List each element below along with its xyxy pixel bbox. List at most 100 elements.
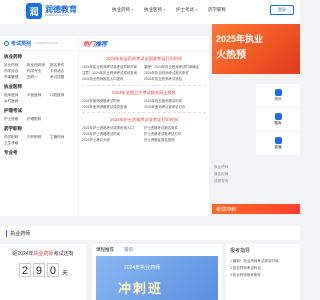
course-title: 课程推荐 <box>96 247 114 252</box>
promo-banner[interactable]: 2025年执业 火热预 <box>212 24 300 74</box>
guide-item[interactable]: 2.执业药师考试科目 <box>230 265 296 272</box>
category-link[interactable]: 西药一 <box>27 74 50 80</box>
guide-item[interactable]: 1.最新！执业药师考试报名时间 <box>230 258 296 265</box>
category-link[interactable]: 中医医师 <box>27 92 50 98</box>
side-text[interactable]: 成绩查询 <box>214 178 254 185</box>
category-link[interactable]: 中药职称 <box>27 134 50 140</box>
nav-label: 执业医师 <box>143 7 162 12</box>
hot-recommend-panel: 热门推荐 2024年执业药师考试全国准考证打印时间 2024年执业药师考试准考证… <box>79 36 209 216</box>
nav-item-yaoxue[interactable]: 药学职称 <box>208 7 226 13</box>
section-marker <box>6 229 8 237</box>
course-banner-line-2: 冲刺班 <box>118 281 164 296</box>
chevron-down-icon: ▼ <box>162 8 166 12</box>
hot-header: 热门推荐 <box>79 36 209 52</box>
countdown-number: 2 9 0 天 <box>4 263 82 277</box>
course-header: 课程推荐 资讯 <box>92 244 222 256</box>
hot-title-blue: 推荐 <box>95 42 108 48</box>
category-group-title[interactable]: 护理考试 <box>4 108 74 114</box>
promo-strip[interactable]: 考前冲刺 <box>212 204 300 214</box>
category-link[interactable]: 乡村医师 <box>4 98 27 104</box>
nav-item-yishi[interactable]: 执业医师▼ <box>144 7 166 13</box>
category-group: 专业考 <box>4 150 74 156</box>
list-link[interactable]: 2024执业药师报名入口官网 <box>82 76 144 82</box>
category-group-title[interactable]: 专业考 <box>4 150 74 156</box>
side-text[interactable]: 执业药师 <box>214 164 254 171</box>
category-group: 执业药师 执业药师 执业西药师 报名条件 药学综合 药学专业 中药综合 药事管理… <box>4 54 74 80</box>
search-icon <box>4 41 9 46</box>
category-group-title[interactable]: 执业医师 <box>4 84 74 90</box>
category-group: 执业医师 临床医师 中医医师 口腔医师 乡村医师 <box>4 84 74 104</box>
category-link[interactable]: 卫生资格 <box>4 140 27 146</box>
countdown-prefix: 距2024年 <box>12 251 34 257</box>
notice-link[interactable]: 2024年护士资格考试准考证打印时间 <box>79 117 209 123</box>
banner-line-2: 火热预 <box>216 50 246 61</box>
hot-title-red: 热门 <box>83 42 96 48</box>
exam-countdown: 距2024年执业药师考试还有 2 9 0 天 <box>0 244 86 300</box>
nav-item-hushi[interactable]: 护士考试▼ <box>176 7 198 13</box>
guide-panel: 报考指导 1.最新！执业药师考试报名时间 2.执业药师考试科目 3.执业药师报考… <box>226 244 300 300</box>
nav-label: 护士考试 <box>175 7 194 12</box>
category-group: 护理考试 护士资格 护理职称 <box>4 108 74 122</box>
category-link[interactable]: 护理职称 <box>27 116 50 122</box>
countdown-suffix: 考试还有 <box>53 251 74 257</box>
notice-link[interactable]: 2024年全国卫生考试报名网上报名 <box>79 90 209 96</box>
list-item: 2024执业药师报名入口官网 2024年执业药师考试科目 <box>82 76 206 82</box>
course-banner[interactable]: 2024年执业药师 冲刺班 <box>96 256 218 300</box>
list-item: 2024年医师资格考试成绩查询 2024年医师考试准考证打印 <box>82 104 206 110</box>
list-link[interactable]: 2024年执业药师考试科目 <box>144 76 206 82</box>
news-list: 2024年执业药师考试准考证打印时间 重磅！2024年执业药师考试时间确定 注意！… <box>79 64 209 83</box>
category-link[interactable]: 主管药师 <box>50 134 73 140</box>
side-item-news[interactable]: 资讯 <box>256 84 300 108</box>
side-text-list: 执业药师 报名时间 成绩查询 <box>214 164 254 185</box>
side-item-label: 题库 <box>274 121 282 125</box>
side-icon-bar: 资讯 题库 直播 <box>256 84 300 156</box>
category-group: 药学职称 药学职称 中药职称 主管药师 卫生资格 <box>4 126 74 146</box>
list-link[interactable]: 2024护士考试大纲 <box>82 137 144 143</box>
category-link[interactable]: 药事管理 <box>4 74 27 80</box>
course-banner-line-1: 2024年执业药师 <box>124 265 161 271</box>
countdown-digit: 9 <box>32 263 45 277</box>
category-panel: 考试类别 CLASSIFICATION 执业药师 执业药师 执业西药师 报名条件… <box>0 36 78 216</box>
nav-item-yaoshi[interactable]: 执业药师▼ <box>112 7 134 13</box>
video-icon <box>274 137 282 144</box>
category-title: 考试类别 <box>11 41 32 47</box>
category-group-title[interactable]: 药学职称 <box>4 126 74 132</box>
divider <box>82 112 206 114</box>
tab-news[interactable]: 资讯 <box>124 247 133 253</box>
side-text[interactable]: 报名时间 <box>214 171 254 178</box>
main-nav: 执业药师▼ 执业医师▼ 护士考试▼ 药学职称 <box>112 7 236 13</box>
countdown-highlight: 执业药师 <box>33 251 54 257</box>
list-link[interactable]: 2024年医师考试准考证打印 <box>144 104 206 110</box>
category-group-title[interactable]: 执业药师 <box>4 54 74 60</box>
countdown-digit: 0 <box>46 263 59 277</box>
category-link[interactable]: 口腔医师 <box>50 92 73 98</box>
side-item-questions[interactable]: 题库 <box>256 108 300 132</box>
chevron-down-icon: ▼ <box>194 8 198 12</box>
countdown-digit: 2 <box>18 263 31 277</box>
site-logo[interactable]: 润 润德教育 RUNDE EDUCATION <box>26 3 77 19</box>
guide-item[interactable]: 3.执业药师报考条件 <box>230 272 296 279</box>
side-item-live[interactable]: 直播 <box>256 132 300 156</box>
login-button[interactable]: 登录 <box>270 5 294 15</box>
notice-link[interactable]: 2024年执业药师考试全国准考证打印时间 <box>79 56 209 62</box>
news-list: 2024年医师资格考试时间 2024年执业医师报名时间 2024年医师资格考试成绩… <box>79 98 209 110</box>
list-link[interactable]: 2024年医师资格考试成绩查询 <box>82 104 144 110</box>
list-link[interactable]: 护士资格证报名官网 <box>144 137 206 143</box>
countdown-unit: 天 <box>61 271 68 277</box>
news-icon <box>274 89 282 96</box>
category-link[interactable]: 护士资格 <box>4 116 27 122</box>
divider <box>82 84 206 86</box>
section-header: 执业药师 <box>0 226 300 240</box>
course-panel: 课程推荐 资讯 2024年执业药师 冲刺班 <box>92 244 222 300</box>
hot-title: 热门推荐 <box>83 39 107 48</box>
side-item-label: 直播 <box>274 145 282 149</box>
countdown-label: 距2024年执业药师考试还有 <box>4 250 82 257</box>
side-item-label: 资讯 <box>274 97 282 101</box>
right-column: 2025年执业 火热预 资讯 题库 直播 执业药师 报名时间 成绩查询 考前冲刺 <box>212 24 300 220</box>
chevron-down-icon: ▼ <box>131 8 134 12</box>
category-header: 考试类别 CLASSIFICATION <box>4 40 74 51</box>
logo-name: 润德教育 <box>45 5 77 14</box>
news-list: 2024年护士资格考试成绩查询入口 护士资格考试报名条件 2024年护士资格考试时… <box>79 125 209 144</box>
category-link[interactable]: 考试试题 <box>50 74 73 80</box>
category-subtitle: CLASSIFICATION <box>34 42 58 45</box>
